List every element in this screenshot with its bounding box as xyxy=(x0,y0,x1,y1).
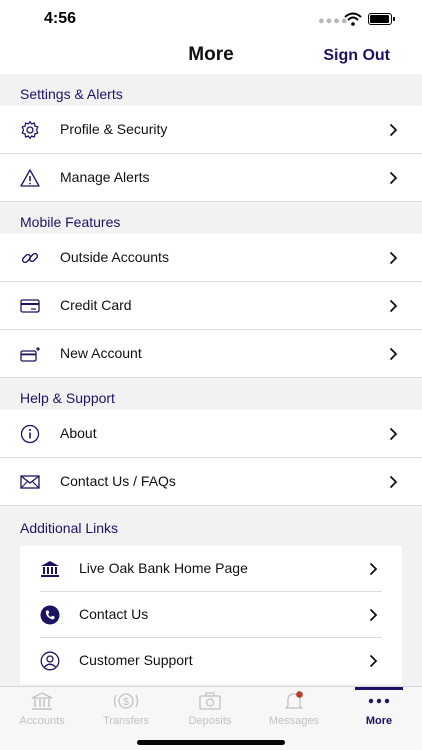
more-menu: Settings & Alerts Profile & Security Man… xyxy=(0,74,422,684)
transfer-icon: $ xyxy=(113,693,139,709)
tab-label: Deposits xyxy=(188,715,232,727)
user-circle-icon xyxy=(40,651,60,671)
chevron-right-icon xyxy=(389,475,398,489)
envelope-icon xyxy=(20,475,40,489)
chevron-right-icon xyxy=(369,654,378,668)
status-time: 4:56 xyxy=(44,10,77,27)
section-header-help-support: Help & Support xyxy=(0,378,422,410)
tab-accounts[interactable]: Accounts xyxy=(0,687,84,733)
link-icon xyxy=(21,252,39,264)
bank-icon xyxy=(31,692,53,710)
menu-item-label: Profile & Security xyxy=(60,121,168,137)
chevron-right-icon xyxy=(389,299,398,313)
tab-messages[interactable]: Messages xyxy=(252,687,336,733)
chevron-right-icon xyxy=(369,562,378,576)
menu-item-label: Outside Accounts xyxy=(60,249,169,265)
tab-label: More xyxy=(365,715,393,727)
link-item-home-page[interactable]: Live Oak Bank Home Page xyxy=(40,546,382,592)
menu-item-contact-faqs[interactable]: Contact Us / FAQs xyxy=(0,458,422,506)
menu-item-label: Manage Alerts xyxy=(60,169,150,185)
new-card-icon xyxy=(20,347,40,362)
menu-item-about[interactable]: About xyxy=(0,410,422,458)
bell-icon xyxy=(285,691,303,709)
tab-label: Transfers xyxy=(102,715,150,727)
bank-icon xyxy=(41,561,59,577)
menu-item-label: Credit Card xyxy=(60,297,132,313)
section-header-settings: Settings & Alerts xyxy=(0,74,422,106)
home-indicator xyxy=(137,740,285,745)
chevron-right-icon xyxy=(389,251,398,265)
wifi-icon xyxy=(344,12,362,26)
status-bar: 4:56 ●●●● xyxy=(0,0,422,40)
additional-links-card: Live Oak Bank Home Page Contact Us Custo… xyxy=(20,546,402,684)
link-item-label: Live Oak Bank Home Page xyxy=(79,560,248,576)
phone-icon xyxy=(40,605,60,625)
menu-item-credit-card[interactable]: Credit Card xyxy=(0,282,422,330)
menu-item-manage-alerts[interactable]: Manage Alerts xyxy=(0,154,422,202)
nav-bar: More Sign Out xyxy=(0,40,422,74)
chevron-right-icon xyxy=(389,171,398,185)
menu-item-label: Contact Us / FAQs xyxy=(60,473,176,489)
section-header-mobile-features: Mobile Features xyxy=(0,202,422,234)
info-icon xyxy=(20,424,40,444)
menu-item-label: New Account xyxy=(60,345,142,361)
menu-item-outside-accounts[interactable]: Outside Accounts xyxy=(0,234,422,282)
warning-icon xyxy=(20,169,40,187)
chevron-right-icon xyxy=(389,347,398,361)
check-deposit-icon xyxy=(199,692,221,710)
tab-label: Messages xyxy=(268,715,320,727)
section-header-additional-links: Additional Links xyxy=(0,506,422,546)
chevron-right-icon xyxy=(389,123,398,137)
tab-more[interactable]: More xyxy=(355,687,403,733)
svg-text:$: $ xyxy=(123,697,129,708)
more-dots-icon xyxy=(368,698,390,704)
menu-item-new-account[interactable]: New Account xyxy=(0,330,422,378)
chevron-right-icon xyxy=(369,608,378,622)
menu-item-profile-security[interactable]: Profile & Security xyxy=(0,106,422,154)
chevron-right-icon xyxy=(389,427,398,441)
battery-icon xyxy=(368,13,395,25)
tab-transfers[interactable]: $ Transfers xyxy=(84,687,168,733)
tab-deposits[interactable]: Deposits xyxy=(168,687,252,733)
link-item-label: Customer Support xyxy=(79,652,193,668)
link-item-contact-us[interactable]: Contact Us xyxy=(40,592,382,638)
menu-item-label: About xyxy=(60,425,97,441)
gear-icon xyxy=(21,120,39,140)
credit-card-icon xyxy=(20,299,40,313)
tab-label: Accounts xyxy=(19,715,65,727)
sign-out-button[interactable]: Sign Out xyxy=(323,47,390,65)
link-item-customer-support[interactable]: Customer Support xyxy=(40,638,382,684)
link-item-label: Contact Us xyxy=(79,606,149,622)
